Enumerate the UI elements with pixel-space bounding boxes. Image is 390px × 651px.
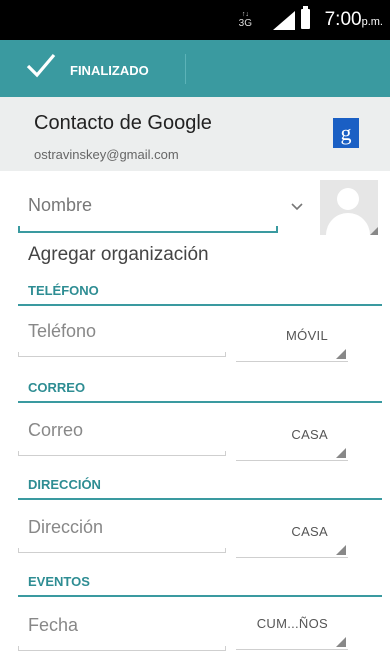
- dropdown-corner-icon: [336, 349, 346, 359]
- address-input[interactable]: Dirección: [18, 513, 230, 553]
- event-type-select[interactable]: CUM...ÑOS: [236, 606, 348, 650]
- email-underline: [18, 451, 226, 456]
- phone-input[interactable]: Teléfono: [18, 317, 230, 357]
- network-type-icon: ↑↓ 3G: [238, 11, 252, 29]
- action-bar-divider: [185, 54, 186, 84]
- email-input[interactable]: Correo: [18, 416, 230, 456]
- phone-type-underline: [236, 361, 348, 362]
- clock-ampm: p.m.: [361, 16, 383, 28]
- address-type-underline: [236, 557, 348, 558]
- account-title: Contacto de Google: [34, 112, 212, 134]
- email-type-select[interactable]: CASA: [236, 417, 348, 461]
- check-icon: [26, 53, 56, 78]
- account-email: ostravinskey@gmail.com: [34, 147, 179, 162]
- events-section-divider: [18, 595, 382, 597]
- address-section-divider: [18, 498, 382, 500]
- event-type-label: CUM...ÑOS: [256, 616, 328, 631]
- email-section-divider: [18, 401, 382, 403]
- clock: 7:00p.m.: [325, 9, 383, 31]
- email-placeholder: Correo: [28, 420, 84, 440]
- address-type-select[interactable]: CASA: [236, 514, 348, 558]
- address-placeholder: Dirección: [28, 517, 104, 537]
- status-bar: ↑↓ 3G 7:00p.m.: [0, 0, 390, 40]
- phone-underline: [18, 352, 226, 357]
- clock-time: 7:00: [324, 9, 362, 30]
- contact-photo-icon[interactable]: [320, 180, 378, 235]
- address-section-header: DIRECCIÓN: [28, 477, 101, 492]
- phone-section-header: TELÉFONO: [28, 283, 99, 298]
- email-type-underline: [236, 460, 348, 461]
- email-type-label: CASA: [291, 427, 328, 442]
- address-underline: [18, 548, 226, 553]
- photo-torso: [326, 213, 370, 235]
- phone-type-label: MÓVIL: [286, 328, 328, 343]
- phone-section-divider: [18, 304, 382, 306]
- add-organization-link[interactable]: Agregar organización: [28, 244, 209, 266]
- done-button[interactable]: FINALIZADO: [0, 40, 170, 97]
- name-input[interactable]: Nombre: [18, 185, 278, 233]
- events-section-header: EVENTOS: [28, 574, 90, 589]
- battery-icon: [301, 6, 310, 29]
- account-header[interactable]: Contacto de Google ostravinskey@gmail.co…: [0, 97, 390, 171]
- name-placeholder: Nombre: [28, 195, 93, 215]
- event-date-placeholder: Fecha: [28, 615, 79, 635]
- done-label: FINALIZADO: [70, 63, 149, 78]
- google-icon: g: [333, 118, 359, 148]
- dropdown-corner-icon: [336, 448, 346, 458]
- dropdown-corner-icon: [336, 545, 346, 555]
- photo-head: [337, 188, 359, 210]
- event-date-input[interactable]: Fecha: [18, 611, 230, 651]
- photo-corner-indicator: [370, 227, 378, 235]
- signal-icon: [273, 11, 295, 30]
- email-section-header: CORREO: [28, 380, 86, 395]
- name-underline: [18, 226, 278, 233]
- phone-placeholder: Teléfono: [28, 321, 97, 341]
- action-bar: FINALIZADO: [0, 40, 390, 97]
- address-type-label: CASA: [291, 524, 328, 539]
- phone-type-select[interactable]: MÓVIL: [236, 318, 348, 362]
- dropdown-corner-icon: [336, 637, 346, 647]
- chevron-down-icon[interactable]: [291, 202, 303, 212]
